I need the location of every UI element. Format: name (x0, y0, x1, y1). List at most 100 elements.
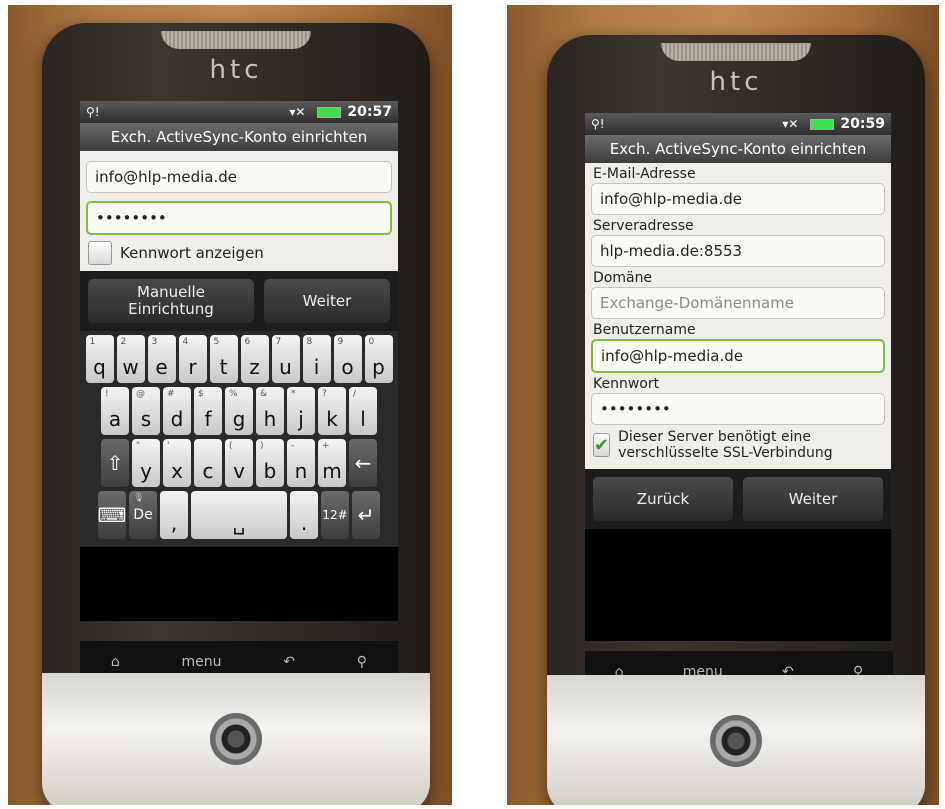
keyboard-row-2: ! a @ s # d $ f% g & h * j? k / l (82, 387, 396, 435)
key-t[interactable]: 5t (209, 335, 238, 383)
signal-icon: ▾✕ (289, 105, 306, 119)
key-v[interactable]: (v (225, 439, 253, 487)
key-a[interactable]: ! a (101, 387, 129, 435)
show-password-label: Kennwort anzeigen (120, 244, 264, 262)
keyboard-row-3: ⇧ " y ' x c(v) b - n + m ← (82, 439, 396, 487)
email-field[interactable]: info@hlp-media.de (591, 183, 885, 215)
phone-left: htc ⚲! ▾✕ 20:57 Exch. ActiveSync-Konto e… (42, 23, 430, 805)
key-m[interactable]: + m (318, 439, 346, 487)
numsym-key[interactable]: 12# (321, 491, 349, 539)
password-label: Kennwort (593, 376, 660, 392)
key-sub-label: 1 (89, 337, 96, 347)
dialog-title: Exch. ActiveSync-Konto einrichten (585, 135, 891, 163)
key-b[interactable]: ) b (256, 439, 284, 487)
key-j[interactable]: * j (287, 387, 315, 435)
ssl-row[interactable]: ✔ Dieser Server benötigt eine verschlüss… (585, 425, 891, 463)
key-label: l (360, 407, 366, 431)
key-e[interactable]: 3e (147, 335, 176, 383)
key-r[interactable]: 4r (178, 335, 207, 383)
key-y[interactable]: " y (132, 439, 160, 487)
key-sub-label: 0 (368, 337, 375, 347)
search-icon[interactable]: ⚲ (357, 654, 367, 670)
key-p[interactable]: 0p (364, 335, 393, 383)
menu-button[interactable]: menu (182, 654, 222, 670)
key-u[interactable]: 7u (271, 335, 300, 383)
password-field[interactable]: •••••••• (86, 201, 392, 235)
language-label: De (133, 507, 153, 523)
comma-key[interactable]: , (160, 491, 188, 539)
key-sub-label: ( (229, 441, 233, 451)
mic-key[interactable]: 🎙 De (129, 491, 157, 539)
key-i[interactable]: 8i (302, 335, 331, 383)
status-time: 20:59 (840, 116, 885, 132)
key-sub-label: - (291, 441, 295, 451)
home-icon[interactable]: ⌂ (111, 654, 120, 670)
show-password-row[interactable]: Kennwort anzeigen (80, 235, 398, 271)
key-n[interactable]: -n (287, 439, 315, 487)
phone-chin (547, 675, 925, 805)
domain-label: Domäne (593, 270, 653, 286)
username-field[interactable]: info@hlp-media.de (591, 339, 885, 373)
backspace-icon[interactable]: ← (349, 439, 377, 487)
key-label: f (204, 407, 212, 431)
keyboard-row-4: ⌨ 🎙 De , ␣ . 12# ↵ (82, 491, 396, 539)
email-field[interactable]: info@hlp-media.de (86, 161, 392, 193)
status-bar: ⚲! ▾✕ 20:57 (80, 101, 398, 123)
key-label: w (122, 355, 139, 379)
key-label: a (108, 407, 122, 431)
key-k[interactable]: ? k (318, 387, 346, 435)
shift-icon[interactable]: ⇧ (101, 439, 129, 487)
key-label: p (372, 355, 385, 379)
password-field[interactable]: •••••••• (591, 393, 885, 425)
key-label: g (232, 407, 246, 431)
phone-right: htc ⚲! ▾✕ 20:59 Exch. ActiveSync-Konto e… (547, 35, 925, 805)
key-c[interactable]: c (194, 439, 222, 487)
key-label: i (313, 355, 320, 379)
key-sub-label: 8 (306, 337, 313, 347)
key-l[interactable]: / l (349, 387, 377, 435)
next-button[interactable]: Weiter (264, 279, 390, 323)
server-field[interactable]: hlp-media.de:8553 (591, 235, 885, 267)
next-button[interactable]: Weiter (743, 477, 883, 521)
key-label: z (249, 355, 260, 379)
keyboard-hide-icon[interactable]: ⌨ (98, 491, 126, 539)
email-label: E-Mail-Adresse (593, 166, 696, 182)
domain-field[interactable]: Exchange-Domänenname (591, 287, 885, 319)
key-f[interactable]: $ f (194, 387, 222, 435)
key-label: y (140, 459, 152, 483)
key-g[interactable]: % g (225, 387, 253, 435)
back-button[interactable]: Zurück (593, 477, 733, 521)
htc-logo: htc (209, 55, 263, 85)
key-sub-label: 5 (213, 337, 220, 347)
key-label: m (322, 459, 342, 483)
manual-setup-button[interactable]: Manuelle Einrichtung (88, 279, 254, 323)
key-sub-label: ! (105, 389, 109, 399)
key-h[interactable]: & h (256, 387, 284, 435)
key-o[interactable]: 9o (333, 335, 362, 383)
key-label: r (188, 355, 197, 379)
dialog-title: Exch. ActiveSync-Konto einrichten (80, 123, 398, 151)
period-key[interactable]: . (290, 491, 318, 539)
key-label: q (93, 355, 106, 379)
ssl-checkbox-checked-icon[interactable]: ✔ (593, 433, 611, 457)
key-label: c (202, 459, 214, 483)
show-password-checkbox[interactable] (88, 241, 112, 265)
key-d[interactable]: # d (163, 387, 191, 435)
key-x[interactable]: ' x (163, 439, 191, 487)
trackball[interactable] (210, 713, 262, 765)
keyboard: 1q2w3e4r5t6z7u8i9o0p ! a @ s # d $ f% g & h * j? k / l … (80, 331, 398, 547)
enter-icon[interactable]: ↵ (352, 491, 380, 539)
key-sub-label: & (260, 389, 268, 399)
key-q[interactable]: 1q (85, 335, 114, 383)
key-w[interactable]: 2w (116, 335, 145, 383)
key-z[interactable]: 6z (240, 335, 269, 383)
key-label: v (233, 459, 245, 483)
username-label: Benutzername (593, 322, 696, 338)
trackball[interactable] (710, 715, 762, 767)
space-key[interactable]: ␣ (191, 491, 287, 539)
key-label: t (219, 355, 228, 379)
back-icon[interactable]: ↶ (283, 654, 295, 670)
key-s[interactable]: @ s (132, 387, 160, 435)
htc-logo: htc (709, 67, 763, 97)
screen-left: ⚲! ▾✕ 20:57 Exch. ActiveSync-Konto einri… (80, 101, 398, 621)
